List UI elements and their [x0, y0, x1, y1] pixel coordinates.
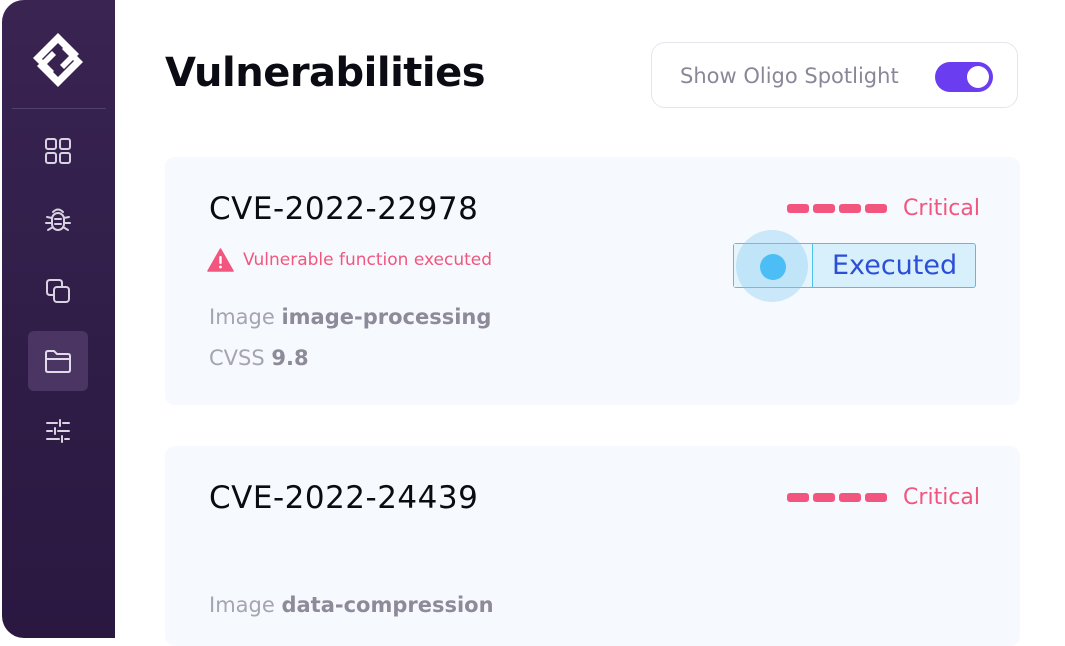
sidebar-item-settings[interactable]	[28, 401, 88, 461]
cvss-value: 9.8	[271, 346, 309, 370]
severity-indicator: Critical	[787, 485, 980, 510]
sidebar-item-dashboard[interactable]	[28, 121, 88, 181]
image-value: image-processing	[281, 305, 492, 329]
severity-bars	[787, 493, 891, 502]
cve-id: CVE-2022-22978	[209, 191, 479, 227]
severity-label: Critical	[903, 485, 980, 510]
bug-icon	[45, 208, 71, 231]
spotlight-label: Show Oligo Spotlight	[680, 64, 899, 88]
sidebar-item-folders[interactable]	[28, 331, 88, 391]
vulnerability-card[interactable]: CVE-2022-24439 Critical Image data-compr…	[165, 446, 1020, 646]
warning-row: Vulnerable function executed	[207, 248, 492, 272]
warning-icon	[207, 248, 234, 272]
warning-text: Vulnerable function executed	[243, 250, 493, 270]
image-label: Image	[209, 593, 275, 617]
severity-indicator: Critical	[787, 196, 980, 221]
cvss-label: CVSS	[209, 346, 265, 370]
executed-label: Executed	[832, 250, 958, 281]
grid-icon	[45, 138, 71, 164]
cvss-meta: CVSS 9.8	[209, 346, 309, 370]
vulnerability-card[interactable]: CVE-2022-22978 Critical Vulnerable funct…	[165, 157, 1020, 405]
folder-icon	[45, 350, 71, 373]
sidebar	[2, 0, 115, 638]
sidebar-item-vulnerabilities[interactable]	[28, 190, 88, 250]
image-meta: Image data-compression	[209, 593, 494, 617]
cve-id: CVE-2022-24439	[209, 480, 479, 516]
image-label: Image	[209, 305, 275, 329]
image-meta: Image image-processing	[209, 305, 491, 329]
toggle-knob	[967, 66, 989, 88]
severity-label: Critical	[903, 196, 980, 221]
pulse-dot	[760, 254, 786, 280]
spotlight-toggle[interactable]	[935, 62, 993, 92]
oligo-logo[interactable]	[30, 31, 86, 89]
executed-badge[interactable]: Executed	[733, 230, 976, 302]
image-value: data-compression	[281, 593, 494, 617]
severity-bars	[787, 204, 891, 213]
copy-icon	[46, 279, 70, 303]
sidebar-item-copies[interactable]	[28, 261, 88, 321]
page-title: Vulnerabilities	[165, 50, 486, 96]
spotlight-toggle-panel[interactable]: Show Oligo Spotlight	[651, 42, 1018, 108]
sliders-icon	[46, 419, 70, 443]
sidebar-divider	[12, 108, 106, 109]
